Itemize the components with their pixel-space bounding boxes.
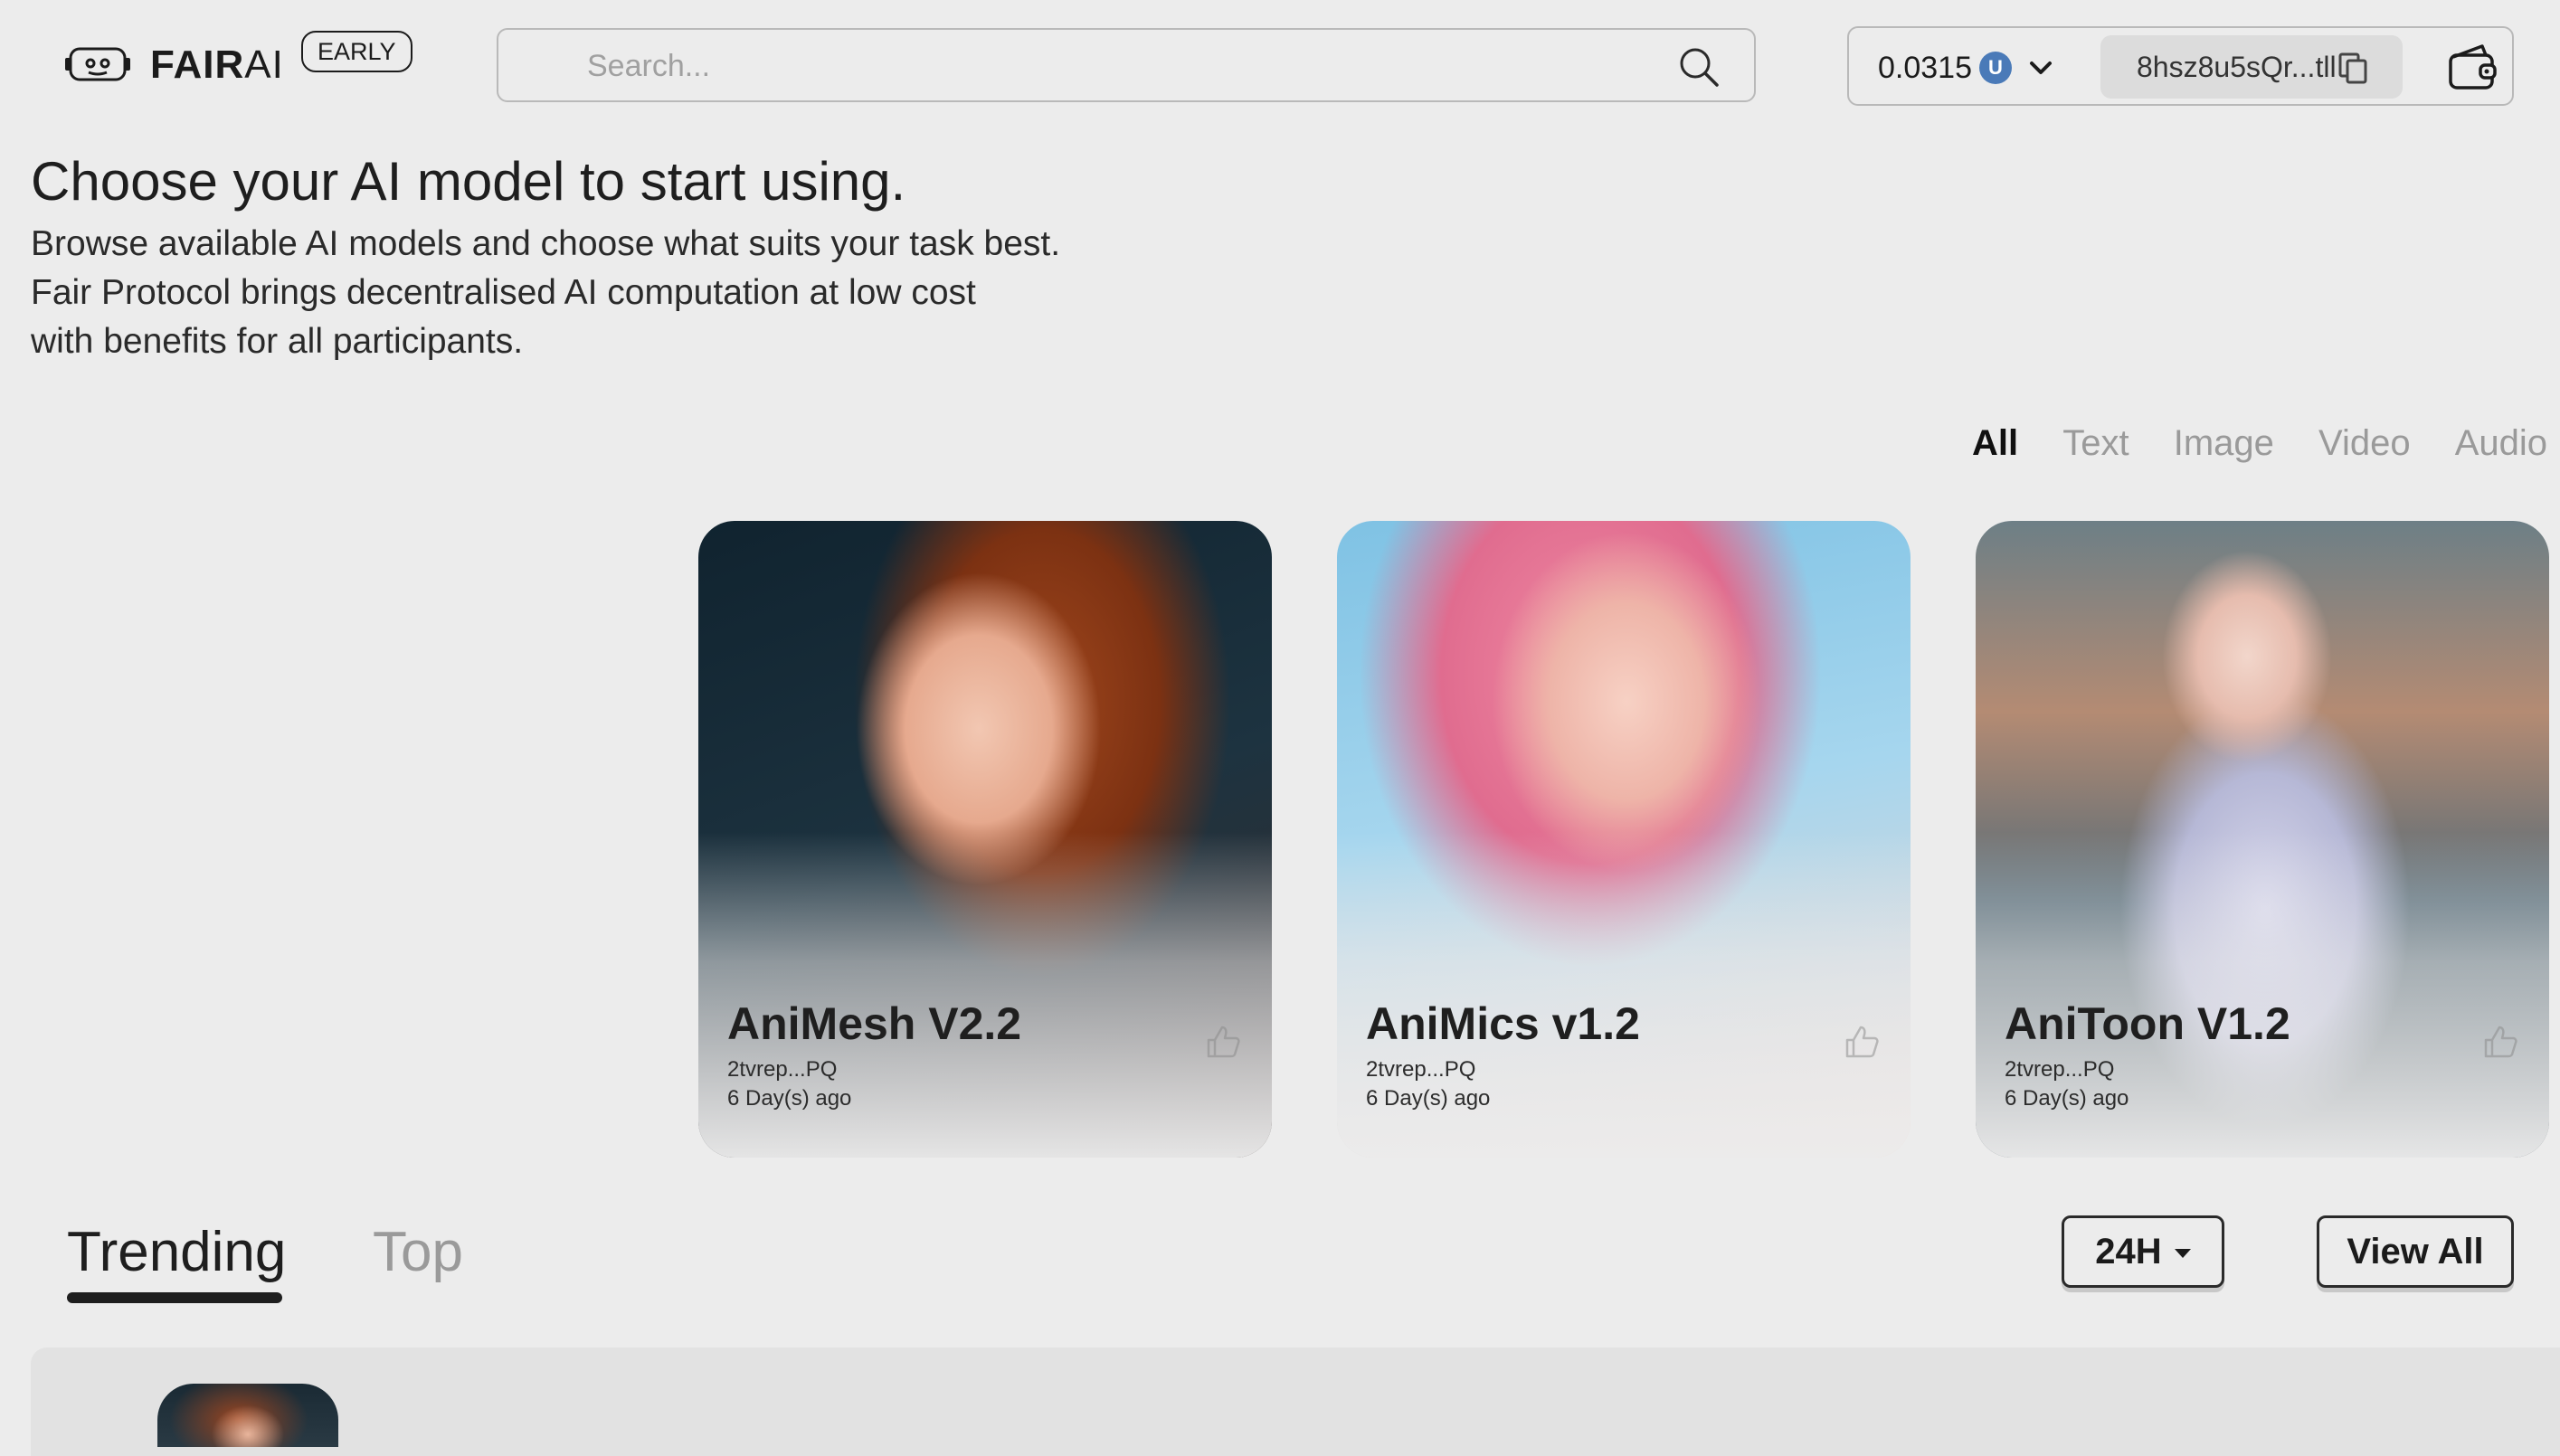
list-item-thumbnail[interactable]: [157, 1384, 338, 1447]
tab-trending[interactable]: Trending: [67, 1216, 286, 1289]
brand-bold: FAIR: [150, 43, 245, 87]
trending-list: [31, 1347, 2560, 1456]
card-time: 6 Day(s) ago: [727, 1086, 852, 1111]
category-filters: All Text Image Video Audio: [1972, 416, 2547, 470]
card-title: AniToon V1.2: [2005, 998, 2290, 1049]
period-label: 24H: [2095, 1232, 2162, 1272]
copy-icon[interactable]: [2337, 52, 2368, 84]
description-line-2: Fair Protocol brings decentralised AI co…: [31, 273, 976, 312]
wallet-address: 8hsz8u5sQr...tll: [2137, 51, 2337, 83]
brand-name[interactable]: FAIRAI: [150, 40, 284, 90]
wallet-panel: 0.0315 U 8hsz8u5sQr...tll: [1847, 26, 2514, 106]
model-card-animics[interactable]: AniMics v1.2 2tvrep...PQ 6 Day(s) ago: [1337, 521, 1911, 1158]
model-card-anitoon[interactable]: AniToon V1.2 2tvrep...PQ 6 Day(s) ago: [1976, 521, 2549, 1158]
model-card-animesh[interactable]: AniMesh V2.2 2tvrep...PQ 6 Day(s) ago: [698, 521, 1272, 1158]
thumbs-up-icon[interactable]: [1205, 1024, 1241, 1060]
thumbs-up-icon[interactable]: [2482, 1024, 2518, 1060]
active-tab-indicator: [67, 1292, 282, 1303]
description-line-1: Browse available AI models and choose wh…: [31, 224, 1061, 263]
search-icon[interactable]: [1678, 46, 1720, 88]
thumbs-up-icon[interactable]: [1844, 1024, 1880, 1060]
tab-top[interactable]: Top: [373, 1216, 463, 1289]
card-owner: 2tvrep...PQ: [2005, 1057, 2115, 1082]
wallet-address-button[interactable]: 8hsz8u5sQr...tll: [2100, 35, 2403, 99]
balance-value: 0.0315: [1878, 51, 1972, 85]
description-line-3: with benefits for all participants.: [31, 322, 524, 361]
caret-down-icon: [2174, 1249, 2191, 1259]
card-title: AniMics v1.2: [1366, 998, 1640, 1049]
period-dropdown[interactable]: 24H: [2062, 1215, 2224, 1288]
filter-all[interactable]: All: [1972, 423, 2018, 463]
search-bar: [497, 28, 1756, 102]
page-description: Browse available AI models and choose wh…: [31, 220, 1116, 366]
wallet-icon[interactable]: [2446, 41, 2498, 93]
chevron-down-icon[interactable]: [2024, 52, 2057, 84]
logo-robot-icon[interactable]: [65, 43, 130, 87]
page-title: Choose your AI model to start using.: [31, 151, 906, 212]
filter-image[interactable]: Image: [2174, 423, 2274, 463]
card-owner: 2tvrep...PQ: [727, 1057, 838, 1082]
brand-light: AI: [244, 43, 284, 87]
view-all-button[interactable]: View All: [2317, 1215, 2514, 1288]
search-input[interactable]: [585, 30, 1584, 102]
filter-text[interactable]: Text: [2062, 423, 2129, 463]
card-title: AniMesh V2.2: [727, 998, 1022, 1049]
card-owner: 2tvrep...PQ: [1366, 1057, 1476, 1082]
token-icon: U: [1979, 52, 2012, 84]
card-time: 6 Day(s) ago: [2005, 1086, 2129, 1111]
card-time: 6 Day(s) ago: [1366, 1086, 1491, 1111]
filter-audio[interactable]: Audio: [2455, 423, 2547, 463]
early-badge: EARLY: [301, 31, 412, 72]
filter-video[interactable]: Video: [2318, 423, 2411, 463]
